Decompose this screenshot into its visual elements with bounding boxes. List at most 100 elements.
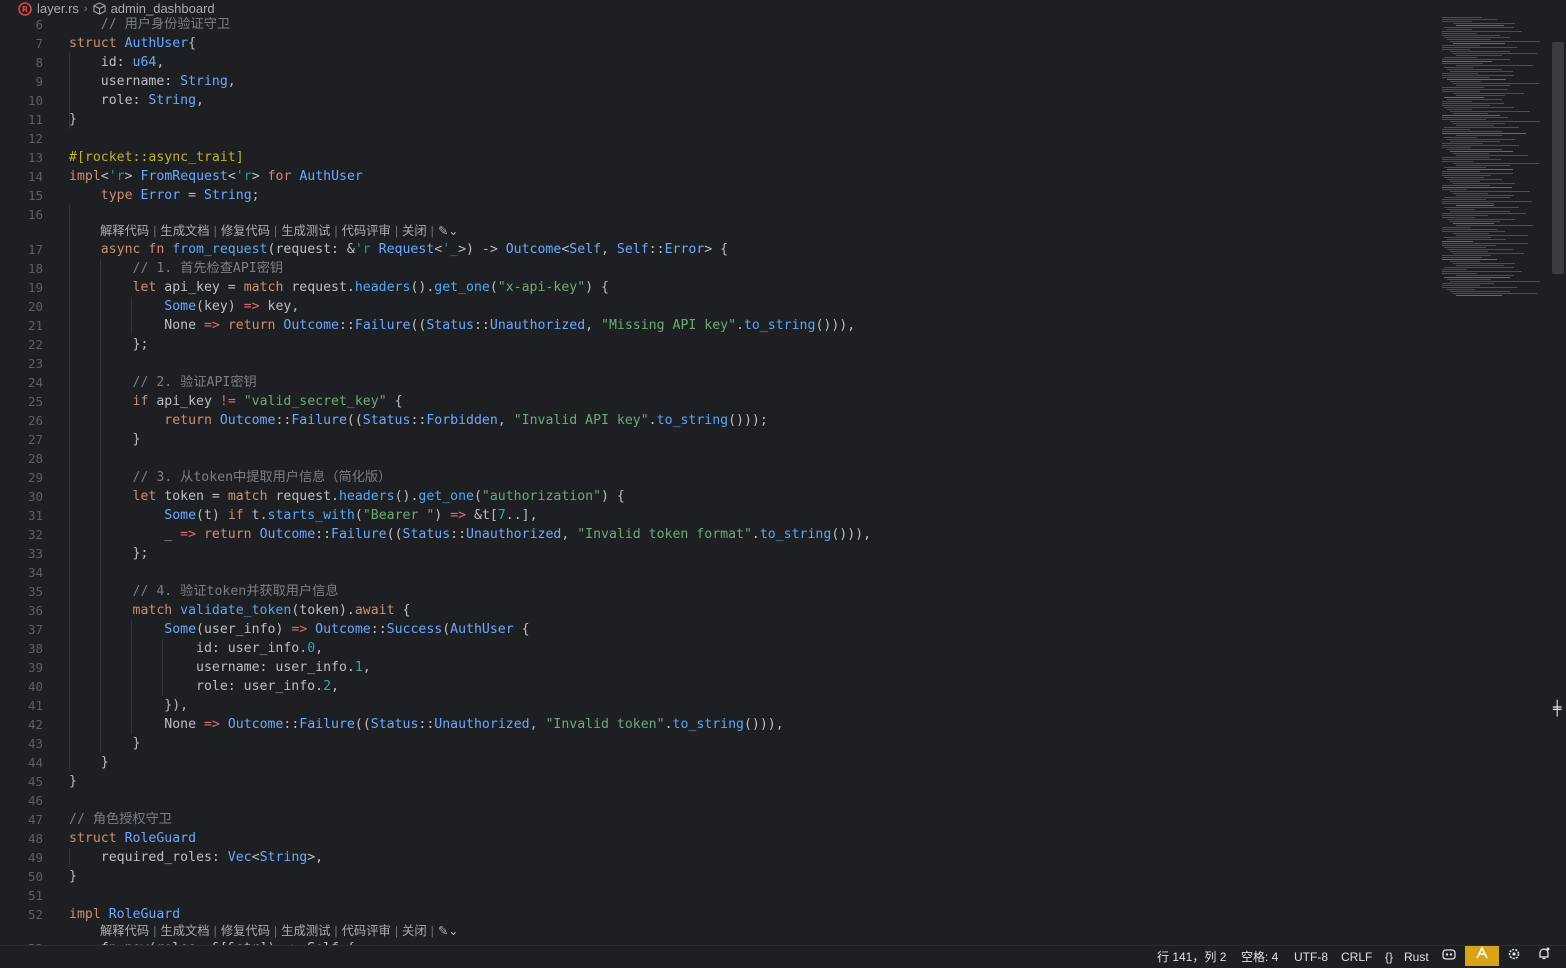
minimap-line — [1450, 251, 1488, 252]
minimap-line — [1456, 155, 1528, 156]
minimap-line — [1442, 245, 1496, 246]
minimap-line — [1442, 47, 1517, 48]
line-number: 51 — [27, 888, 43, 903]
minimap-line — [1442, 255, 1491, 256]
minimap-line — [1456, 65, 1533, 66]
line-number: 8 — [35, 55, 43, 70]
language-mode[interactable]: Rust — [1404, 946, 1429, 966]
line-number: 16 — [27, 207, 43, 222]
code-text: if api_key != "valid_secret_key" { — [69, 394, 403, 409]
minimap-line — [1442, 17, 1482, 18]
lens-test-button[interactable]: 生成测试 — [281, 224, 330, 238]
line-number: 22 — [27, 337, 43, 352]
minimap-line — [1456, 165, 1510, 166]
cursor-position[interactable]: 行 141，列 2 — [1157, 946, 1226, 966]
code-text: }), — [69, 698, 189, 713]
line-number: 33 — [27, 546, 43, 561]
ai-assistant-icon[interactable]: ✎⌄ — [438, 224, 459, 238]
lens-test-button[interactable]: 生成测试 — [281, 924, 330, 938]
minimap-line — [1442, 103, 1504, 104]
breadcrumb: R layer.rs › admin_dashboard — [0, 0, 1458, 17]
split-handle-icon[interactable]: ╪ — [1553, 702, 1561, 716]
code-text: Some(t) if t.starts_with("Bearer ") => &… — [69, 508, 538, 523]
minimap-line — [1442, 175, 1491, 176]
minimap-line — [1442, 271, 1522, 272]
encoding-setting[interactable]: UTF-8 — [1294, 946, 1328, 966]
minimap-line — [1442, 101, 1472, 102]
indentation-setting[interactable]: 空格: 4 — [1241, 946, 1278, 966]
vertical-scrollbar[interactable] — [1552, 42, 1564, 274]
line-number: 10 — [27, 93, 43, 108]
minimap-line — [1442, 119, 1486, 120]
line-number: 50 — [27, 869, 43, 884]
minimap-line — [1442, 75, 1514, 76]
lens-fix-button[interactable]: 修复代码 — [221, 924, 270, 938]
notifications-bell-icon[interactable] — [1536, 946, 1552, 966]
line-number: 41 — [27, 698, 43, 713]
code-text: let api_key = match request.headers().ge… — [69, 280, 609, 295]
minimap-line — [1447, 39, 1491, 40]
ai-assistant-icon[interactable]: ✎⌄ — [438, 924, 459, 938]
minimap-line — [1442, 35, 1500, 36]
lens-explain-button[interactable]: 解释代码 — [100, 924, 149, 938]
minimap-line — [1453, 53, 1537, 54]
minimap-line — [1453, 263, 1515, 264]
lens-docs-button[interactable]: 生成文档 — [160, 224, 209, 238]
minimap-line — [1442, 157, 1489, 158]
code-text: // 2. 验证API密钥 — [69, 375, 257, 390]
line-number: 15 — [27, 188, 43, 203]
lens-review-button[interactable]: 代码评审 — [342, 924, 391, 938]
line-number: 43 — [27, 736, 43, 751]
minimap-line — [1442, 243, 1528, 244]
line-number: 38 — [27, 641, 43, 656]
code-text: struct RoleGuard — [69, 831, 197, 846]
code-text: // 1. 首先检查API密钥 — [69, 261, 284, 276]
code-text: } — [69, 736, 141, 751]
minimap-line — [1442, 49, 1470, 50]
eol-setting[interactable]: CRLF — [1341, 946, 1372, 966]
breadcrumb-file[interactable]: layer.rs — [37, 1, 79, 16]
lens-explain-button[interactable]: 解释代码 — [100, 224, 149, 238]
minimap-line — [1447, 209, 1475, 210]
line-number: 45 — [27, 774, 43, 789]
line-number: 23 — [27, 356, 43, 371]
minimap-line — [1447, 169, 1513, 170]
minimap-line — [1453, 23, 1515, 24]
minimap-line — [1453, 163, 1539, 164]
line-number: 30 — [27, 489, 43, 504]
module-cube-icon — [92, 2, 106, 15]
ai-assistant-status-icon[interactable] — [1465, 946, 1499, 966]
minimap-line — [1444, 127, 1519, 128]
minimap-line — [1442, 129, 1470, 130]
minimap[interactable] — [1438, 17, 1550, 307]
code-editor[interactable]: 解释代码 | 生成文档 | 修复代码 | 生成测试 | 代码评审 | 关闭 | ✎⌄ 解释代码 | 生成文档… — [0, 17, 1440, 945]
minimap-line — [1450, 121, 1540, 122]
minimap-line — [1447, 249, 1513, 250]
code-text: impl RoleGuard — [69, 907, 181, 922]
minimap-line — [1450, 281, 1540, 282]
copilot-icon[interactable] — [1440, 946, 1458, 966]
minimap-line — [1442, 21, 1472, 22]
minimap-line — [1450, 111, 1530, 112]
minimap-line — [1442, 241, 1473, 242]
line-number: 47 — [27, 812, 43, 827]
lens-close-button[interactable]: 关闭 — [402, 924, 427, 938]
minimap-line — [1456, 205, 1494, 206]
code-lens-bar: 解释代码 | 生成文档 | 修复代码 | 生成测试 | 代码评审 | 关闭 | ✎⌄ — [100, 924, 459, 938]
minimap-line — [1444, 137, 1477, 138]
minimap-line — [1442, 131, 1502, 132]
minimap-line — [1442, 145, 1519, 146]
line-number: 19 — [27, 280, 43, 295]
lens-review-button[interactable]: 代码评审 — [342, 224, 391, 238]
minimap-line — [1456, 125, 1494, 126]
minimap-line — [1442, 147, 1471, 148]
code-text: struct AuthUser{ — [69, 36, 197, 51]
minimap-line — [1442, 173, 1513, 174]
lens-fix-button[interactable]: 修复代码 — [221, 224, 270, 238]
minimap-line — [1442, 161, 1473, 162]
settings-gear-icon[interactable] — [1506, 946, 1522, 966]
lens-close-button[interactable]: 关闭 — [402, 224, 427, 238]
minimap-line — [1444, 237, 1491, 238]
lens-docs-button[interactable]: 生成文档 — [160, 924, 209, 938]
breadcrumb-symbol[interactable]: admin_dashboard — [111, 1, 215, 16]
